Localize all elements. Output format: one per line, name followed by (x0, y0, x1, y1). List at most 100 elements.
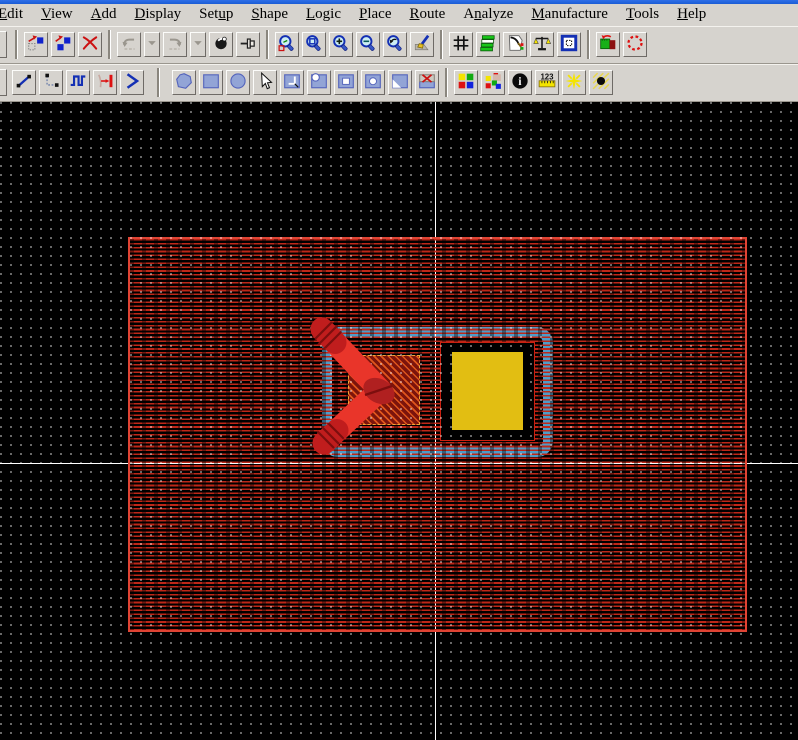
glue-button[interactable] (209, 31, 233, 57)
menu-bar: Edit View Add Display Setup Shape Logic Place Ro… (0, 3, 798, 26)
menu-item-add[interactable]: Add (82, 5, 126, 25)
void-polygon-button[interactable] (388, 69, 412, 95)
menu-item-view[interactable]: View (32, 5, 82, 25)
zoom-fit-button[interactable] (302, 31, 326, 57)
menu-item-route[interactable]: Route (400, 5, 454, 25)
custom-route-icon (69, 72, 87, 93)
copy-icon (54, 34, 72, 55)
grid-toggle-button[interactable] (449, 31, 473, 57)
select-shape-icon (256, 71, 274, 93)
void-delete-icon (418, 72, 436, 93)
vertex-button[interactable] (120, 69, 144, 95)
toolbar-row-2: i 123 (0, 63, 798, 102)
menu-item-setup[interactable]: Setup (190, 5, 242, 25)
menu-item-tools[interactable]: Tools (617, 5, 668, 25)
glue-icon (212, 34, 230, 55)
shape-add-polygon-button[interactable] (172, 69, 196, 95)
shape-add-circle-button[interactable] (226, 69, 250, 95)
zoom-out-icon (359, 34, 377, 55)
design-canvas[interactable] (0, 101, 798, 740)
zoom-points-button[interactable] (275, 31, 299, 57)
void-circle-button[interactable] (361, 69, 385, 95)
dropdown-icon (192, 37, 204, 52)
assign-color-icon (484, 72, 502, 93)
slide-button[interactable] (39, 69, 63, 95)
fanout-icon (96, 72, 114, 93)
delete-button[interactable] (78, 31, 102, 57)
unplace-component-button[interactable] (623, 31, 647, 57)
svg-text:i: i (518, 76, 521, 88)
zoom-previous-button[interactable] (383, 31, 407, 57)
zoom-points-icon (278, 34, 296, 55)
constraint-manager-button[interactable] (530, 31, 554, 57)
menu-item-analyze[interactable]: Analyze (454, 5, 522, 25)
xsection-icon (479, 34, 497, 55)
yellow-smd-pad[interactable] (452, 351, 523, 430)
menu-item-shape[interactable]: Shape (242, 5, 297, 25)
shape-polygon-icon (175, 72, 193, 93)
menu-item-place[interactable]: Place (350, 5, 400, 25)
create-fanout-button[interactable] (93, 69, 117, 95)
toolbar-separator (108, 29, 111, 59)
assign-color-button[interactable] (481, 69, 505, 95)
shape-check-button[interactable] (557, 31, 581, 57)
undo-options-button[interactable] (144, 31, 160, 57)
add-connect-button[interactable] (12, 69, 36, 95)
zoom-in-button[interactable] (329, 31, 353, 57)
menu-item-display[interactable]: Display (125, 5, 190, 25)
pin-button[interactable] (236, 31, 260, 57)
svg-text:123: 123 (540, 72, 554, 81)
constraints-icon (533, 34, 552, 55)
toolbar-row-1 (0, 25, 798, 64)
show-element-button[interactable]: i (508, 69, 532, 95)
copper-pour-shape[interactable] (128, 236, 747, 632)
shape-select-button[interactable] (253, 69, 277, 95)
add-connect-icon (15, 72, 33, 93)
custom-route-button[interactable] (66, 69, 90, 95)
shape-edit-boundary-button[interactable] (280, 69, 304, 95)
hatched-smd-pad[interactable] (348, 354, 420, 425)
menu-item-manufacture[interactable]: Manufacture (522, 5, 617, 25)
dehighlight-button[interactable] (589, 69, 613, 95)
cross-section-button[interactable] (476, 31, 500, 57)
redraw-button[interactable] (410, 31, 434, 57)
menu-item-edit[interactable]: Edit (0, 5, 32, 25)
redo-button[interactable] (163, 31, 187, 57)
menu-item-logic[interactable]: Logic (297, 5, 350, 25)
move-button[interactable] (24, 31, 48, 57)
void-rect-button[interactable] (334, 69, 358, 95)
dropdown-icon (146, 37, 158, 52)
highlight-button[interactable] (562, 69, 586, 95)
redo-icon (166, 34, 184, 55)
vertex-icon (123, 72, 141, 93)
measure-icon: 123 (538, 72, 556, 93)
place-component-icon (599, 34, 617, 55)
redo-options-button[interactable] (190, 31, 206, 57)
toolbar-separator (587, 29, 590, 59)
toolbar-separator (15, 29, 18, 59)
void-polygon-icon (391, 72, 409, 93)
undo-button[interactable] (117, 31, 141, 57)
void-delete-button[interactable] (415, 69, 439, 95)
measure-button[interactable]: 123 (535, 69, 559, 95)
place-component-button[interactable] (596, 31, 620, 57)
shape-circle-icon (229, 72, 247, 93)
delete-icon (81, 34, 99, 55)
zoom-out-button[interactable] (356, 31, 380, 57)
copy-button[interactable] (51, 31, 75, 57)
toolbar-separator (157, 67, 160, 97)
unplace-component-icon (626, 34, 644, 55)
color-priority-icon (457, 72, 475, 93)
shape-merge-button[interactable] (307, 69, 331, 95)
shape-add-rect-button[interactable] (199, 69, 223, 95)
shape-check-icon (560, 34, 578, 55)
menu-item-help[interactable]: Help (668, 5, 715, 25)
color-visibility-button[interactable] (503, 31, 527, 57)
shape-notch-icon (310, 72, 328, 93)
clipped-button (0, 30, 7, 58)
pcb-editor-window: Edit View Add Display Setup Shape Logic Place Ro… (0, 0, 798, 740)
move-icon (27, 34, 45, 55)
color-priority-button[interactable] (454, 69, 478, 95)
void-circle-icon (364, 72, 382, 93)
grid-icon (452, 34, 470, 55)
